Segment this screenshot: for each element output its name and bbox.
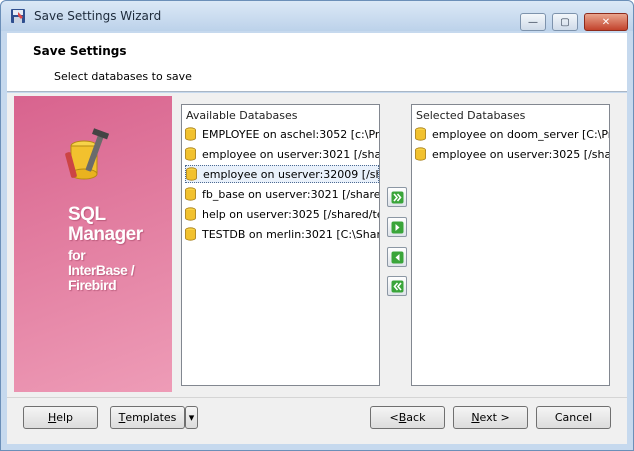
list-item[interactable]: employee on doom_server [C:\Prog [415,125,609,143]
database-icon [415,147,426,161]
database-icon [185,227,196,241]
wizard-footer: Help Templates ▾ < Back Next > Cancel [7,397,627,444]
list-item[interactable]: employee on userver:3025 [/shared [415,145,609,163]
list-item[interactable]: help on userver:3025 [/shared/testd [185,205,379,223]
selected-databases-list[interactable]: Selected Databases employee on doom_serv… [411,104,610,386]
wizard-content: SQL Manager for InterBase / Firebird Ava… [7,93,627,397]
add-button[interactable] [387,217,407,237]
maximize-button[interactable]: ▢ [552,13,578,31]
save-wizard-icon [11,9,25,23]
list-item[interactable]: employee on userver:3021 [/shared/ [185,145,379,163]
close-button[interactable]: ✕ [584,13,628,31]
double-arrow-right-icon [391,191,403,203]
selected-databases-header: Selected Databases [416,109,526,122]
database-icon [186,167,197,181]
title-bar[interactable]: Save Settings Wizard — ▢ ✕ [1,1,633,31]
database-icon [185,127,196,141]
remove-button[interactable] [387,247,407,267]
templates-button[interactable]: Templates [110,406,185,429]
cancel-button[interactable]: Cancel [536,406,611,429]
remove-all-button[interactable] [387,276,407,296]
sidebar-banner: SQL Manager for InterBase / Firebird [14,96,172,392]
wizard-window: Save Settings Wizard — ▢ ✕ Save Settings… [0,0,634,451]
banner-line-2: Manager [68,224,143,245]
banner-line-5: Firebird [68,277,117,293]
page-subtitle: Select databases to save [54,70,192,83]
minimize-icon: — [528,16,538,28]
available-databases-list[interactable]: Available Databases EMPLOYEE on aschel:3… [181,104,380,386]
arrow-right-icon [391,221,403,233]
list-item[interactable]: fb_base on userver:3021 [/shared/te [185,185,379,203]
database-icon [185,207,196,221]
banner-line-4: InterBase / [68,262,135,278]
available-databases-header: Available Databases [186,109,298,122]
page-title: Save Settings [33,44,127,58]
maximize-icon: ▢ [560,16,570,28]
list-item[interactable]: TESTDB on merlin:3021 [C:\Shared [185,225,379,243]
sql-manager-logo-icon [65,128,110,180]
next-button[interactable]: Next > [453,406,528,429]
close-icon: ✕ [601,16,611,28]
minimize-button[interactable]: — [520,13,546,31]
banner-line-3: for [68,247,86,263]
double-arrow-left-icon [391,280,403,292]
banner-line-1: SQL [68,204,106,225]
add-all-button[interactable] [387,187,407,207]
list-item-selected[interactable]: employee on userver:32009 [/shared [185,165,379,183]
database-icon [415,127,426,141]
wizard-header: Save Settings Select databases to save [7,33,627,92]
templates-dropdown-button[interactable]: ▾ [185,406,198,429]
help-button[interactable]: Help [23,406,98,429]
window-title: Save Settings Wizard [34,9,162,23]
database-icon [185,147,196,161]
arrow-left-icon [391,251,403,263]
list-item[interactable]: EMPLOYEE on aschel:3052 [c:\Pro [185,125,379,143]
chevron-down-icon: ▾ [188,411,195,424]
back-button[interactable]: < Back [370,406,445,429]
database-icon [185,187,196,201]
